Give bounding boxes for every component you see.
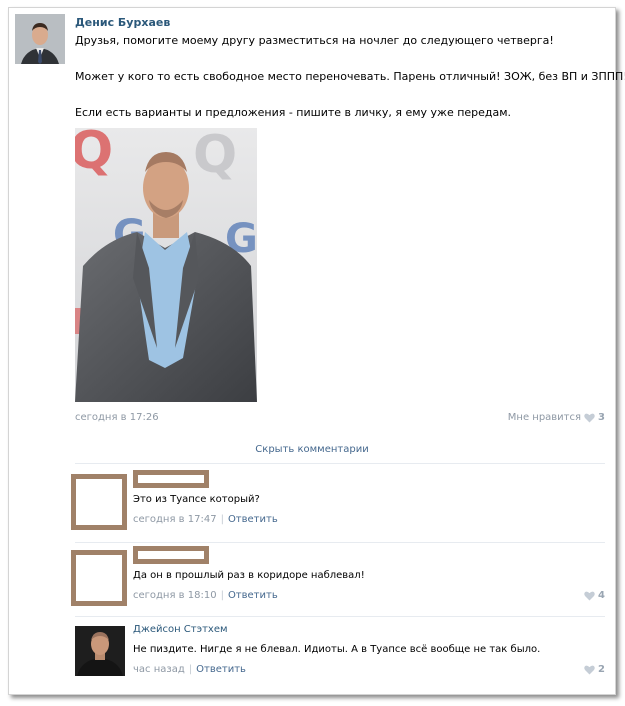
comment-like-button[interactable]: 4 — [584, 590, 605, 601]
heart-icon — [584, 665, 595, 675]
comment-meta: сегодня в 17:47 | Ответить — [133, 514, 278, 525]
comment-like-count: 4 — [598, 590, 605, 601]
post-timestamp[interactable]: сегодня в 17:26 — [75, 412, 159, 423]
post-photo[interactable]: Q Q G G — [75, 128, 257, 402]
comment-text: Не пиздите. Нигде я не блевал. Идиоты. А… — [133, 644, 541, 655]
hide-comments-link[interactable]: Скрыть комментарии — [9, 444, 615, 455]
comment-meta: час назад | Ответить — [133, 664, 246, 675]
like-label: Мне нравится — [507, 412, 582, 423]
author-avatar[interactable] — [15, 14, 65, 64]
redacted-author-name — [133, 470, 209, 488]
post-paragraph: Если есть варианты и предложения - пишит… — [75, 106, 512, 119]
comment-item: Это из Туапсе который? сегодня в 17:47 | О… — [71, 470, 605, 542]
redacted-avatar — [71, 550, 127, 606]
comment-like-button[interactable]: 2 — [584, 664, 605, 675]
author-name[interactable]: Денис Бурхаев — [75, 16, 170, 29]
divider — [75, 542, 605, 543]
comment-item: Джейсон Стэтхем Не пиздите. Нигде я не б… — [75, 620, 605, 692]
commenter-name[interactable]: Джейсон Стэтхем — [133, 624, 228, 635]
divider — [75, 463, 605, 464]
heart-icon — [584, 413, 595, 423]
comment-timestamp[interactable]: час назад — [133, 664, 185, 675]
comment-timestamp[interactable]: сегодня в 17:47 — [133, 514, 217, 525]
comment-meta: сегодня в 18:10 | Ответить — [133, 590, 278, 601]
reply-link[interactable]: Ответить — [228, 590, 278, 601]
post-paragraph: Может у кого то есть свободное место пер… — [75, 70, 625, 83]
comment-timestamp[interactable]: сегодня в 18:10 — [133, 590, 217, 601]
divider — [75, 616, 605, 617]
redacted-author-name — [133, 546, 209, 564]
like-button[interactable]: Мне нравится 3 — [508, 412, 605, 423]
svg-text:Q: Q — [75, 128, 113, 181]
commenter-avatar[interactable] — [75, 626, 125, 676]
post-paragraph: Друзья, помогите моему другу разместитьс… — [75, 34, 554, 47]
comment-text: Это из Туапсе который? — [133, 494, 260, 505]
comment-item: Да он в прошлый раз в коридоре наблевал!… — [71, 546, 605, 618]
reply-link[interactable]: Ответить — [228, 514, 278, 525]
heart-icon — [584, 591, 595, 601]
reply-link[interactable]: Ответить — [196, 664, 246, 675]
comment-like-count: 2 — [598, 664, 605, 675]
svg-text:Q: Q — [193, 128, 237, 185]
post-text: Друзья, помогите моему другу разместитьс… — [75, 34, 625, 142]
like-count: 3 — [598, 412, 605, 423]
redacted-avatar — [71, 474, 127, 530]
comment-text: Да он в прошлый раз в коридоре наблевал! — [133, 570, 365, 581]
post-frame: Денис Бурхаев Друзья, помогите моему дру… — [8, 7, 625, 695]
